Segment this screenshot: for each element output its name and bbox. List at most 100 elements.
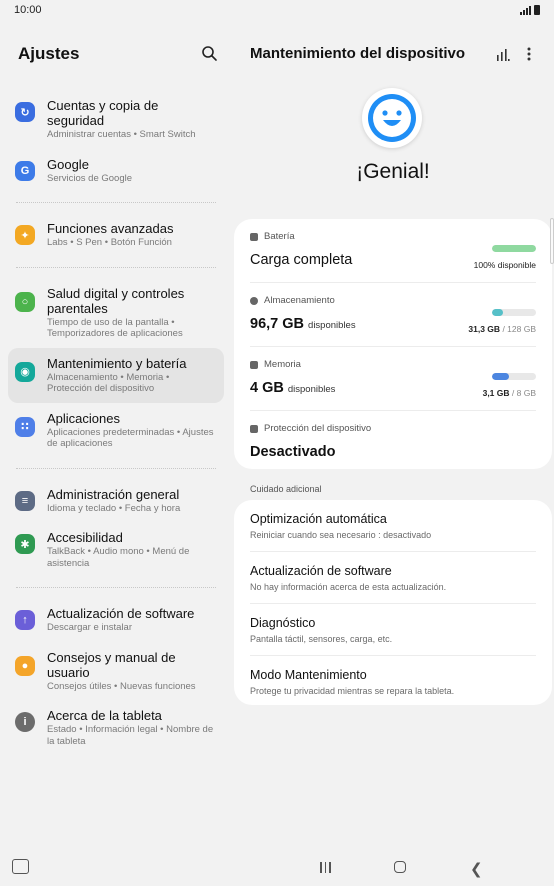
battery-row[interactable]: Batería Carga completa 100% disponible	[250, 219, 536, 283]
battery-label: Batería	[250, 231, 295, 242]
settings-item-google[interactable]: G Google Servicios de Google	[8, 149, 224, 193]
option-title: Modo Mantenimiento	[250, 668, 367, 682]
storage-label: Almacenamiento	[250, 295, 335, 306]
settings-item-digital-wellbeing[interactable]: ○ Salud digital y controles parentales T…	[8, 278, 224, 348]
option-subtitle: No hay información acerca de esta actual…	[250, 582, 447, 592]
item-title: Mantenimiento y batería	[47, 355, 187, 371]
signal-icon	[520, 5, 531, 15]
option-maintenance-mode[interactable]: Modo Mantenimiento Protege tu privacidad…	[250, 656, 536, 708]
item-subtitle: Servicios de Google	[47, 172, 133, 184]
home-button[interactable]	[394, 861, 406, 873]
status-card: Batería Carga completa 100% disponible A…	[234, 219, 552, 469]
accessibility-icon: ✱	[15, 534, 35, 554]
item-title: Administración general	[47, 486, 180, 502]
item-title: Cuentas y copia de seguridad	[47, 98, 159, 128]
battery-value: Carga completa	[250, 252, 353, 268]
option-diagnostics[interactable]: Diagnóstico Pantalla táctil, sensores, c…	[250, 604, 536, 656]
memory-value: 4 GB disponibles	[250, 380, 336, 396]
chevron-left-icon: ❮	[470, 861, 483, 878]
status-bar: 10:00	[0, 0, 554, 24]
settings-title: Ajustes	[18, 44, 80, 63]
memory-label: Memoria	[250, 359, 301, 370]
settings-item-advanced-features[interactable]: ✦ Funciones avanzadas Labs • S Pen • Bot…	[8, 213, 224, 257]
divider	[16, 266, 216, 268]
divider	[16, 202, 216, 203]
recents-button[interactable]	[320, 862, 331, 873]
settings-item-accessibility[interactable]: ✱ Accesibilidad TalkBack • Audio mono • …	[8, 522, 224, 577]
google-icon: G	[15, 160, 35, 181]
settings-item-tips-manual[interactable]: ● Consejos y manual de usuario Consejos …	[8, 642, 224, 701]
item-subtitle: Descargar e instalar	[47, 622, 133, 633]
lightbulb-icon: ●	[15, 655, 35, 676]
settings-item-software-update[interactable]: ↑ Actualización de software Descargar e …	[8, 598, 224, 642]
memory-usage: 3,1 GB / 8 GB	[482, 388, 536, 398]
settings-item-apps[interactable]: ∷ Aplicaciones Aplicaciones predetermina…	[8, 403, 224, 458]
navigation-bar: ❮	[0, 850, 554, 886]
back-button[interactable]: ❮	[470, 860, 483, 878]
memory-icon	[250, 360, 258, 369]
protection-value: Desactivado	[250, 444, 336, 460]
settings-item-device-care[interactable]: ◉ Mantenimiento y batería Almacenamiento…	[8, 347, 224, 403]
item-subtitle: Consejos útiles • Nuevas funciones	[47, 680, 196, 692]
item-title: Funciones avanzadas	[47, 221, 174, 236]
smiley-face-icon	[362, 88, 422, 148]
more-options-button[interactable]	[526, 46, 532, 62]
item-subtitle: Estado • Información legal • Nombre de l…	[47, 724, 214, 747]
sliders-icon: ≡	[15, 490, 35, 511]
gear-star-icon: ✦	[15, 225, 35, 245]
settings-item-general-management[interactable]: ≡ Administración general Idioma y teclad…	[8, 479, 224, 523]
storage-value: 96,7 GB disponibles	[250, 316, 356, 332]
wellbeing-icon: ○	[15, 291, 35, 312]
search-button[interactable]	[200, 44, 220, 64]
search-icon	[202, 46, 217, 61]
protection-label: Protección del dispositivo	[250, 423, 371, 434]
battery-level-bar	[492, 245, 536, 252]
item-subtitle: Labs • S Pen • Botón Función	[47, 237, 172, 248]
option-title: Diagnóstico	[250, 616, 316, 630]
option-subtitle: Reiniciar cuando sea necesario : desacti…	[250, 530, 432, 540]
system-icons	[520, 5, 540, 15]
memory-level-bar	[492, 373, 536, 380]
divider	[16, 587, 216, 588]
battery-available: 100% disponible	[473, 260, 536, 270]
storage-row[interactable]: Almacenamiento 96,7 GB disponibles 31,3 …	[250, 283, 536, 347]
item-title: Salud digital y controles parentales	[47, 285, 185, 316]
chart-button[interactable]	[496, 48, 510, 66]
item-subtitle: Almacenamiento • Memoria • Protección de…	[47, 371, 170, 395]
shield-icon	[250, 424, 258, 433]
option-auto-optimization[interactable]: Optimización automática Reiniciar cuando…	[250, 500, 536, 552]
protection-row[interactable]: Protección del dispositivo Desactivado	[250, 411, 536, 475]
item-subtitle: Tiempo de uso de la pantalla • Temporiza…	[47, 316, 183, 340]
status-time: 10:00	[14, 4, 42, 16]
item-title: Consejos y manual de usuario	[47, 649, 176, 680]
keyboard-icon[interactable]	[12, 859, 29, 874]
battery-icon	[250, 232, 258, 241]
battery-icon	[534, 5, 540, 15]
item-subtitle: Aplicaciones predeterminadas • Ajustes d…	[47, 426, 214, 450]
settings-item-accounts[interactable]: ↻ Cuentas y copia de seguridad Administr…	[8, 90, 224, 149]
software-update-icon: ↑	[15, 610, 35, 630]
option-title: Optimización automática	[250, 512, 387, 526]
bar-chart-icon	[497, 49, 510, 61]
settings-item-about-tablet[interactable]: i Acerca de la tableta Estado • Informac…	[8, 700, 224, 755]
scroll-handle[interactable]	[550, 218, 554, 264]
storage-usage: 31,3 GB / 128 GB	[468, 324, 536, 334]
device-care-icon: ◉	[15, 361, 35, 382]
sync-icon: ↻	[15, 102, 35, 122]
settings-pane: Ajustes ↻ Cuentas y copia de seguridad A…	[0, 24, 232, 850]
option-software-update[interactable]: Actualización de software No hay informa…	[250, 552, 536, 604]
memory-row[interactable]: Memoria 4 GB disponibles 3,1 GB / 8 GB	[250, 347, 536, 411]
settings-list: ↻ Cuentas y copia de seguridad Administr…	[8, 86, 224, 755]
item-title: Google	[47, 156, 89, 172]
storage-icon	[250, 296, 258, 305]
info-icon: i	[15, 712, 35, 732]
item-subtitle: TalkBack • Audio mono • Menú de asistenc…	[47, 546, 190, 569]
item-title: Actualización de software	[47, 606, 195, 621]
more-vertical-icon	[527, 47, 531, 61]
option-title: Actualización de software	[250, 564, 392, 578]
item-title: Acerca de la tableta	[47, 708, 162, 723]
divider	[16, 467, 216, 469]
item-title: Aplicaciones	[47, 410, 120, 426]
option-subtitle: Pantalla táctil, sensores, carga, etc.	[250, 634, 393, 644]
option-subtitle: Protege tu privacidad mientras se repara…	[250, 686, 455, 696]
